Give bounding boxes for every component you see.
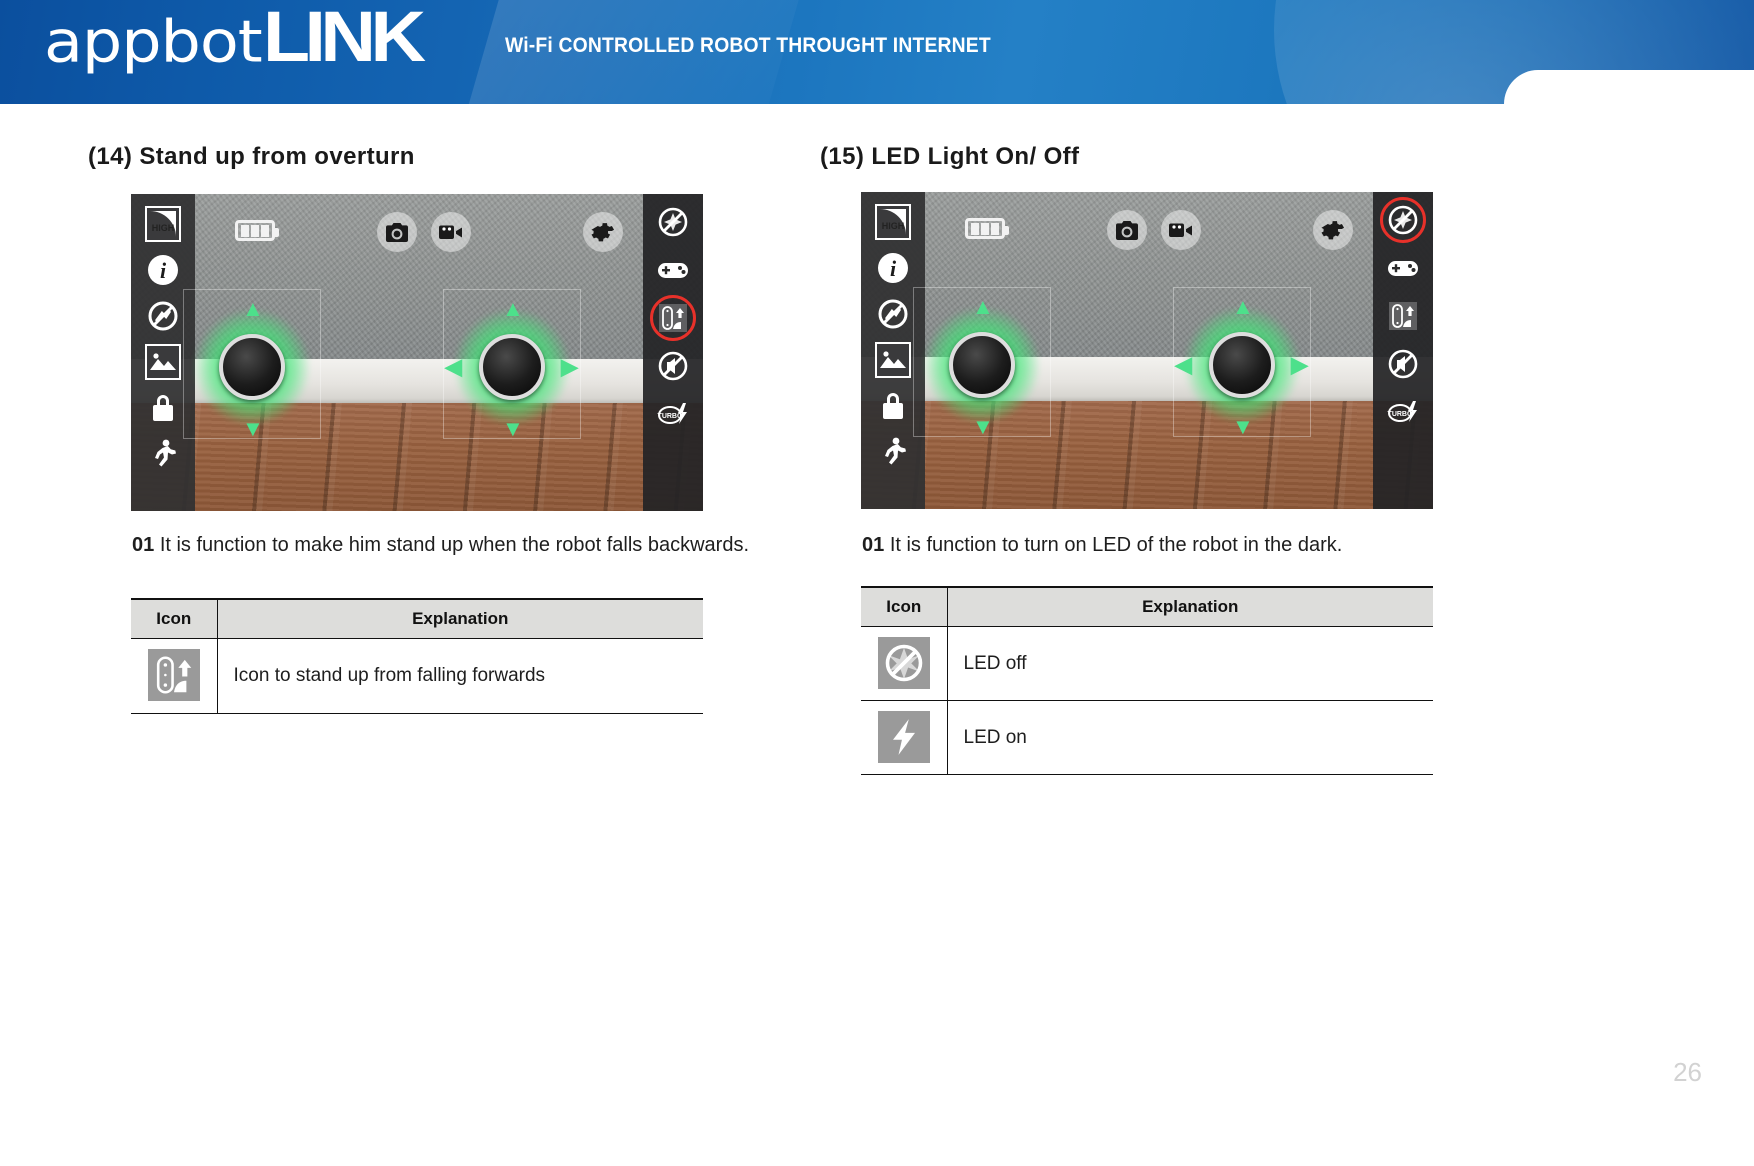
icon-table-15: Icon Explanation LED off LED on	[861, 586, 1433, 775]
description-text-14: It is function to make him stand up when…	[159, 534, 750, 556]
column-header-explanation: Explanation	[217, 598, 703, 639]
lock-icon[interactable]	[145, 390, 181, 426]
table-header-row-14: Icon Explanation	[131, 598, 703, 639]
battery-icon	[235, 220, 279, 241]
joystick-down-arrow-icon: ▼	[1232, 414, 1254, 439]
description-14: 01 It is function to make him stand up w…	[132, 534, 749, 557]
camera-icon[interactable]	[1107, 210, 1147, 250]
gamepad-icon[interactable]	[655, 252, 691, 288]
brand-secondary-text: LINK	[263, 0, 426, 77]
section-title-15: (15) LED Light On/ Off	[820, 143, 1080, 170]
turbo-icon[interactable]: TURBO	[655, 396, 691, 432]
table-cell-explanation: LED off	[947, 626, 1433, 701]
gamepad-icon[interactable]	[1385, 250, 1421, 286]
banner-corner-cutout	[1504, 70, 1754, 104]
joystick-left-arrow-icon: ◀	[1175, 352, 1192, 377]
gear-icon[interactable]	[1313, 210, 1353, 250]
mute-icon[interactable]	[655, 348, 691, 384]
joystick-right-knob[interactable]	[478, 333, 545, 400]
svg-text:TURBO: TURBO	[1388, 411, 1413, 418]
table-cell-icon	[861, 700, 948, 775]
table-row: LED on	[861, 700, 1433, 775]
video-camera-icon[interactable]	[1161, 210, 1201, 250]
brand-primary-text: appbot	[44, 8, 263, 76]
svg-text:HIGH: HIGH	[152, 223, 175, 233]
joystick-right-arrow-icon: ▶	[1291, 352, 1308, 377]
led-off-icon	[877, 637, 930, 689]
joystick-right-knob[interactable]	[1208, 331, 1275, 398]
table-row: LED off	[861, 626, 1433, 701]
joystick-left-knob[interactable]	[218, 333, 285, 400]
joystick-up-arrow-icon: ▲	[1232, 294, 1254, 319]
joystick-up-arrow-icon: ▲	[972, 294, 994, 319]
joystick-down-arrow-icon: ▼	[242, 416, 264, 441]
section-title-14: (14) Stand up from overturn	[88, 143, 415, 170]
mute-icon[interactable]	[1385, 346, 1421, 382]
step-number-15: 01	[862, 534, 885, 556]
icon-table-14: Icon Explanation Icon to stand up from f…	[131, 598, 703, 714]
run-icon[interactable]	[875, 434, 911, 470]
column-header-explanation: Explanation	[947, 586, 1433, 627]
joystick-left-14[interactable]: ▲ ▼	[182, 288, 321, 440]
gallery-icon[interactable]	[875, 342, 911, 378]
camera-icon[interactable]	[377, 212, 417, 252]
gallery-icon[interactable]	[145, 344, 181, 380]
table-cell-icon	[861, 626, 948, 701]
joystick-down-arrow-icon: ▼	[502, 416, 524, 441]
led-off-icon[interactable]	[655, 204, 691, 240]
joystick-left-arrow-icon: ◀	[445, 354, 462, 379]
led-on-icon	[877, 711, 930, 763]
joystick-right-arrow-icon: ▶	[561, 354, 578, 379]
gear-icon[interactable]	[583, 212, 623, 252]
page-header-banner: appbot LINK Wi-Fi CONTROLLED ROBOT THROU…	[0, 0, 1754, 104]
brand-tagline: Wi-Fi CONTROLLED ROBOT THROUGHT INTERNET	[505, 34, 991, 57]
joystick-down-arrow-icon: ▼	[972, 414, 994, 439]
column-header-icon: Icon	[131, 598, 218, 639]
no-signal-icon[interactable]	[875, 296, 911, 332]
video-camera-icon[interactable]	[431, 212, 471, 252]
stand-up-icon[interactable]	[650, 295, 696, 341]
high-quality-icon[interactable]: HIGH	[875, 204, 911, 240]
svg-text:i: i	[890, 256, 897, 281]
svg-text:TURBO: TURBO	[658, 413, 683, 420]
step-number-14: 01	[132, 534, 155, 556]
table-cell-icon	[131, 638, 218, 714]
svg-text:i: i	[160, 258, 167, 283]
brand-logo: appbot LINK	[44, 1, 426, 76]
description-15: 01 It is function to turn on LED of the …	[862, 534, 1342, 557]
description-text-15: It is function to turn on LED of the rob…	[889, 534, 1343, 556]
lock-icon[interactable]	[875, 388, 911, 424]
no-signal-icon[interactable]	[145, 298, 181, 334]
table-cell-explanation: LED on	[947, 700, 1433, 775]
battery-icon	[965, 218, 1009, 239]
joystick-left-knob[interactable]	[948, 331, 1015, 398]
high-quality-icon[interactable]: HIGH	[145, 206, 181, 242]
joystick-up-arrow-icon: ▲	[502, 296, 524, 321]
table-header-row-15: Icon Explanation	[861, 586, 1433, 627]
stand-up-icon[interactable]	[1385, 298, 1421, 334]
right-toolbar-14: TURBO	[643, 194, 703, 511]
joystick-right-14[interactable]: ▲ ▼ ◀ ▶	[442, 288, 581, 440]
joystick-left-15[interactable]: ▲ ▼	[912, 286, 1051, 438]
led-off-icon[interactable]	[1380, 197, 1426, 243]
info-icon[interactable]: i	[145, 252, 181, 288]
joystick-up-arrow-icon: ▲	[242, 296, 264, 321]
page-number: 26	[1673, 1057, 1702, 1087]
joystick-right-15[interactable]: ▲ ▼ ◀ ▶	[1172, 286, 1311, 438]
run-icon[interactable]	[145, 436, 181, 472]
turbo-icon[interactable]: TURBO	[1385, 394, 1421, 430]
table-row: Icon to stand up from falling forwards	[131, 638, 703, 714]
app-screenshot-14: HIGH i TURBO ▲ ▼ ▲ ▼ ◀ ▶	[131, 194, 703, 511]
stand-up-icon	[147, 649, 200, 701]
svg-text:HIGH: HIGH	[882, 221, 905, 231]
table-cell-explanation: Icon to stand up from falling forwards	[217, 638, 703, 714]
right-toolbar-15: TURBO	[1373, 192, 1433, 509]
info-icon[interactable]: i	[875, 250, 911, 286]
app-screenshot-15: HIGH i TURBO ▲ ▼ ▲ ▼ ◀ ▶	[861, 192, 1433, 509]
column-header-icon: Icon	[861, 586, 948, 627]
